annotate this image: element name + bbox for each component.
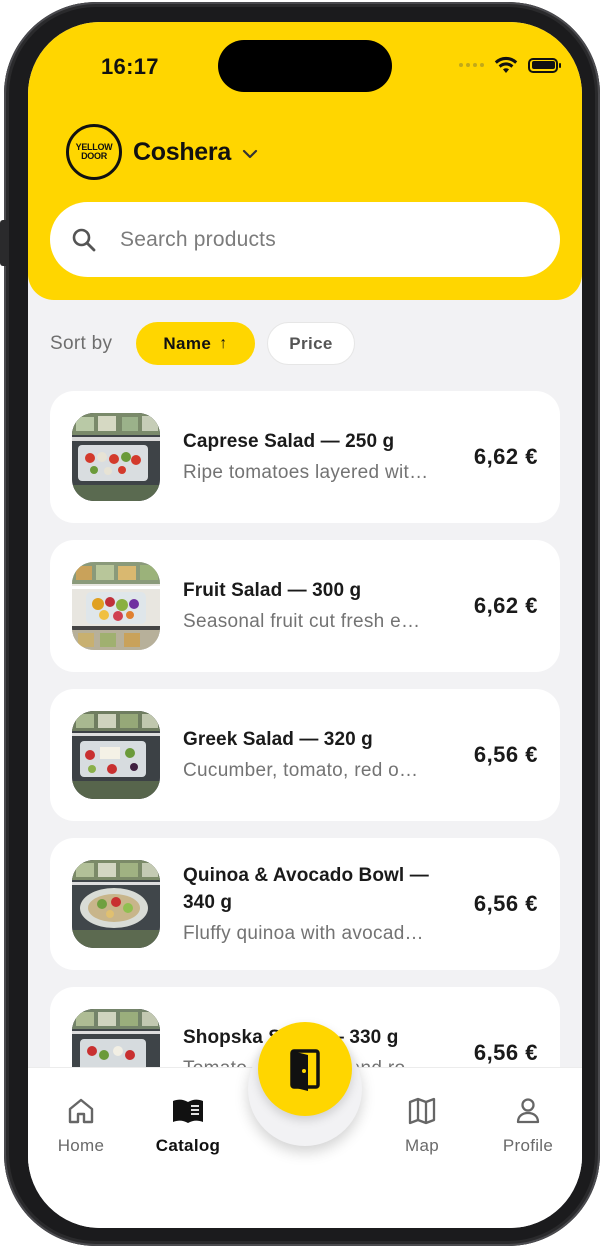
product-card[interactable]: Quinoa & Avocado Bowl — 340 g Fluffy qui…: [50, 838, 560, 970]
side-button: [0, 220, 6, 266]
arrow-up-icon: ↑: [219, 334, 228, 352]
store-name: Coshera: [133, 137, 231, 166]
product-description: Seasonal fruit cut fresh e…: [183, 611, 421, 632]
product-description: Cucumber, tomato, red o…: [183, 760, 419, 781]
header: 16:17 YELLOW DOOR Coshera: [28, 22, 582, 300]
store-selector[interactable]: YELLOW DOOR Coshera: [66, 124, 259, 180]
nav-map-label: Map: [405, 1136, 439, 1155]
door-fab-button[interactable]: [258, 1022, 352, 1116]
nav-home[interactable]: Home: [31, 1096, 131, 1156]
nav-catalog[interactable]: Catalog: [138, 1096, 238, 1156]
person-icon: [516, 1098, 540, 1124]
sort-name-chip[interactable]: Name ↑: [136, 322, 255, 365]
product-price: 6,62 €: [473, 593, 538, 618]
product-price: 6,62 €: [473, 444, 538, 469]
product-description: Ripe tomatoes layered wit…: [183, 462, 429, 483]
map-icon: [408, 1097, 436, 1125]
product-title: Fruit Salad — 300 g: [183, 580, 362, 601]
product-image: [72, 562, 160, 650]
product-description: Fluffy quinoa with avocad…: [183, 922, 424, 944]
product-price: 6,56 €: [473, 891, 538, 916]
book-icon: [173, 1099, 203, 1123]
nav-home-label: Home: [57, 1136, 105, 1155]
product-title: Greek Salad — 320 g: [183, 729, 373, 750]
battery-icon: [528, 57, 561, 73]
dynamic-island: [218, 40, 392, 92]
sort-bar: Sort by Name ↑ Price: [50, 322, 355, 365]
nav-map[interactable]: Map: [372, 1096, 472, 1156]
status-icons: [459, 56, 561, 74]
product-image: [72, 711, 160, 799]
sort-price-chip[interactable]: Price: [267, 322, 355, 365]
search-input[interactable]: [120, 227, 520, 252]
product-card[interactable]: Caprese Salad — 250 g Ripe tomatoes laye…: [50, 391, 560, 523]
product-price: 6,56 €: [473, 1040, 538, 1065]
search-icon: [72, 228, 96, 251]
product-card[interactable]: Greek Salad — 320 g Cucumber, tomato, re…: [50, 689, 560, 821]
brand-logo: YELLOW DOOR: [66, 124, 122, 180]
product-price: 6,56 €: [473, 742, 538, 767]
product-title: Caprese Salad — 250 g: [183, 431, 395, 452]
sort-label: Sort by: [50, 332, 113, 354]
nav-profile[interactable]: Profile: [478, 1096, 578, 1156]
product-card[interactable]: Fruit Salad — 300 g Seasonal fruit cut f…: [50, 540, 560, 672]
signal-icon: [459, 63, 484, 67]
chevron-down-icon: [242, 149, 258, 159]
wifi-icon: [494, 56, 518, 73]
door-icon: [290, 1049, 320, 1091]
nav-catalog-label: Catalog: [155, 1136, 221, 1155]
search-bar[interactable]: [50, 202, 560, 277]
nav-profile-label: Profile: [502, 1136, 554, 1155]
product-title: Quinoa & Avocado Bowl — 340 g: [183, 864, 429, 913]
product-image: [72, 413, 160, 501]
product-image: [72, 860, 160, 948]
status-time: 16:17: [101, 54, 159, 79]
home-icon: [68, 1098, 94, 1124]
app-screen: 16:17 YELLOW DOOR Coshera Search product…: [28, 22, 582, 1228]
